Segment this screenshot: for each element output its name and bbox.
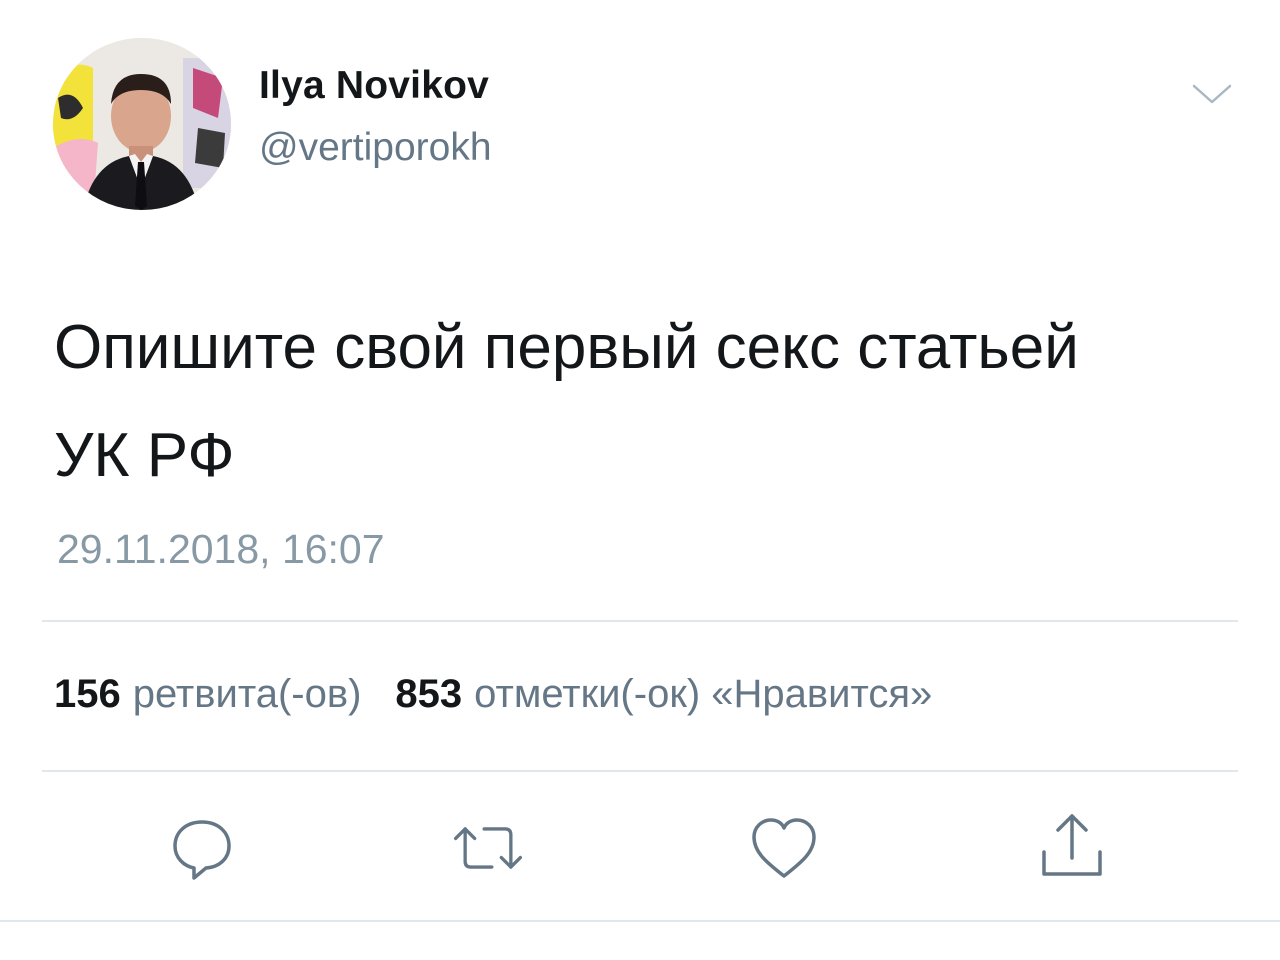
retweet-button[interactable] — [448, 808, 528, 888]
reply-button[interactable] — [162, 808, 242, 888]
tweet-text-line-1: Опишите свой первый секс статьей — [54, 313, 1079, 382]
like-button[interactable] — [744, 808, 824, 888]
divider — [42, 770, 1238, 772]
retweets-stat[interactable]: 156 ретвита(-ов) — [54, 672, 361, 717]
retweets-count: 156 — [54, 672, 121, 716]
tweet-text: Опишите свой первый секс статьей УК РФ — [54, 294, 1234, 510]
divider — [0, 920, 1280, 922]
tweet-card: Ilya Novikov @vertiporokh Опишите свой п… — [0, 0, 1280, 960]
tweet-text-line-2: УК РФ — [54, 421, 235, 490]
tweet-stats: 156 ретвита(-ов) 853 отметки(-ок) «Нрави… — [54, 672, 932, 717]
likes-count: 853 — [395, 672, 463, 716]
share-button[interactable] — [1032, 808, 1112, 888]
likes-stat[interactable]: 853 отметки(-ок) «Нравится» — [395, 672, 932, 717]
retweet-icon — [453, 827, 523, 869]
avatar-photo — [53, 38, 231, 210]
divider — [42, 620, 1238, 622]
tweet-timestamp[interactable]: 29.11.2018, 16:07 — [57, 526, 385, 573]
reply-icon — [173, 820, 231, 880]
author-handle[interactable]: @vertiporokh — [259, 126, 492, 170]
share-icon — [1042, 814, 1102, 876]
likes-label: отметки(-ок) «Нравится» — [474, 672, 933, 716]
heart-icon — [752, 818, 816, 878]
author-display-name[interactable]: Ilya Novikov — [259, 64, 489, 108]
retweets-label: ретвита(-ов) — [132, 672, 362, 716]
chevron-down-icon[interactable] — [1190, 80, 1234, 108]
avatar[interactable] — [53, 38, 231, 210]
